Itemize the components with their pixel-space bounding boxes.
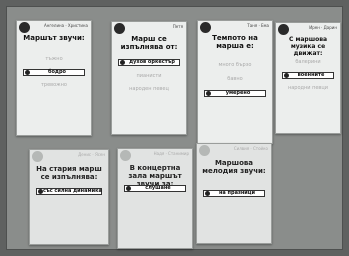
question-card-3: Таня · Ема Темпото на марша е: много бър… (197, 20, 273, 144)
card-author: Ирен · Дарин (309, 25, 337, 30)
answer-option-selected[interactable]: слушане (124, 185, 186, 192)
question-card-2: Петя Марш се изпълнява от: духов оркестъ… (111, 21, 187, 135)
question-text: На стария марш се изпълнява: (36, 165, 102, 181)
answer-option-selected[interactable]: умерено (204, 90, 266, 97)
check-icon (126, 186, 131, 191)
answer-option-selected[interactable]: военните (282, 72, 334, 79)
answer-option[interactable]: пианисти (118, 73, 180, 80)
card-author: Ангелина · Христина (43, 23, 88, 28)
student-avatar-icon (19, 22, 30, 33)
student-avatar-icon (114, 23, 125, 34)
check-icon (38, 189, 43, 194)
check-icon (25, 70, 30, 75)
answer-option-label: духов оркестър (129, 59, 175, 65)
answer-option[interactable]: народни певци (282, 85, 334, 92)
answer-option[interactable]: народен певец (118, 86, 180, 93)
question-text: Маршът звучи: (23, 34, 85, 42)
card-author: Силвия · Стойко (233, 146, 268, 151)
check-icon (206, 91, 211, 96)
student-avatar-icon (120, 150, 131, 161)
answer-option-label: много бързо (218, 62, 252, 68)
answer-option-label: военните (297, 72, 325, 78)
answer-option[interactable]: тревожно (23, 82, 85, 89)
check-icon (284, 73, 289, 78)
question-card-4: Ирен · Дарин С маршова музика се движат:… (275, 22, 341, 134)
student-avatar-icon (32, 151, 43, 162)
answer-option-label: тъжно (45, 56, 63, 62)
answer-option-selected[interactable]: бодро (23, 69, 85, 76)
answer-option-label: умерено (225, 90, 251, 96)
answer-option[interactable]: балерини (282, 59, 334, 66)
question-text: С маршова музика се движат: (288, 36, 328, 57)
answer-option[interactable]: тъжно (23, 56, 85, 63)
question-card-6: Надя · Станимир В концертна зала маршът … (117, 148, 193, 249)
question-card-1: Ангелина · Христина Маршът звучи: тъжно … (16, 20, 92, 136)
question-card-5: Денис · Ясен На стария марш се изпълнява… (29, 149, 109, 245)
answer-option-label: пианисти (136, 73, 162, 79)
answer-option[interactable]: много бързо (204, 62, 266, 69)
answer-option-label: бавно (227, 76, 243, 82)
answer-option-label: тревожно (40, 82, 67, 88)
question-text: Маршова мелодия звучи: (202, 159, 266, 175)
board-area: Ангелина · Христина Маршът звучи: тъжно … (6, 6, 343, 250)
answer-option-label: слушане (145, 185, 171, 191)
check-icon (205, 191, 210, 196)
student-avatar-icon (200, 22, 211, 33)
answer-option-selected[interactable]: на празници (203, 190, 265, 197)
answer-option-label: със силна динамика (43, 188, 102, 194)
question-text: Марш се изпълнява от: (120, 35, 178, 51)
answer-option-label: на празници (218, 190, 256, 196)
answer-option-label: народни певци (287, 85, 329, 91)
check-icon (120, 60, 125, 65)
card-author: Надя · Станимир (153, 151, 189, 156)
student-avatar-icon (278, 24, 289, 35)
answer-option-selected[interactable]: със силна динамика (36, 188, 102, 195)
card-author: Денис · Ясен (78, 152, 105, 157)
card-author: Петя (172, 24, 183, 29)
card-author: Таня · Ема (247, 23, 269, 28)
answer-option-label: народен певец (129, 86, 169, 92)
answer-option-label: бодро (48, 69, 66, 75)
answer-option[interactable]: бавно (204, 76, 266, 83)
question-card-7: Силвия · Стойко Маршова мелодия звучи: н… (196, 143, 272, 244)
student-avatar-icon (199, 145, 210, 156)
answer-option-selected[interactable]: духов оркестър (118, 59, 180, 66)
answer-option-label: балерини (295, 59, 321, 65)
question-text: Темпото на марша е: (212, 34, 258, 50)
